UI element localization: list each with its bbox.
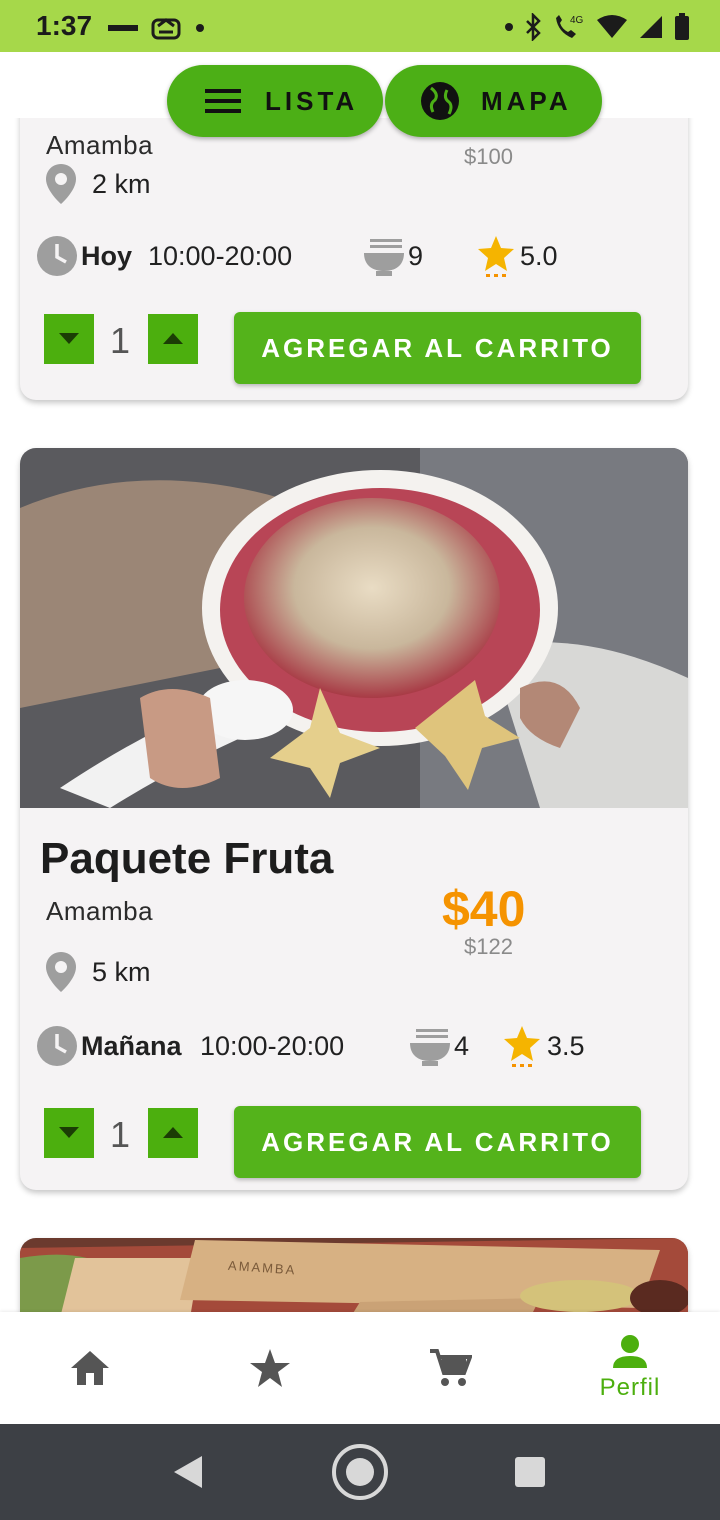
distance-row: 5 km [44,950,151,994]
offer-price: $40 [442,881,526,937]
map-view-toggle[interactable]: MAPA [385,65,602,137]
dot-icon [196,24,204,32]
status-time: 1:37 [36,10,93,41]
star-rating-icon [478,236,514,277]
shop-name: Amamba [46,896,154,926]
location-pin-icon [46,952,76,992]
offers-list[interactable]: Amamba $100 2 km Hoy 10:00-20:00 9 5.0 1… [0,118,720,1312]
cast-icon [151,18,181,40]
offer-title: Paquete Fruta [40,834,334,883]
triangle-up-icon [163,333,183,344]
bottom-navigation: Perfil [0,1312,720,1424]
svg-text:4G: 4G [570,15,584,26]
list-label: LISTA [265,85,359,116]
bowl-icon [364,239,404,276]
shop-name: Amamba [46,130,154,160]
add-to-cart-button[interactable]: AGREGAR AL CARRITO [234,1106,641,1178]
pickup-info-row: Hoy 10:00-20:00 9 5.0 [36,234,676,278]
nav-cart[interactable] [360,1312,540,1424]
add-to-cart-button[interactable]: AGREGAR AL CARRITO [234,312,641,384]
map-label: MAPA [481,85,572,116]
list-view-toggle[interactable]: LISTA [167,65,383,137]
person-icon [613,1335,647,1368]
wifi-icon [597,15,627,38]
increase-quantity-button[interactable] [148,1108,198,1158]
menu-icon [205,89,241,113]
home-icon [71,1351,109,1385]
pickup-day: Mañana [81,1030,182,1061]
triangle-down-icon [59,333,79,344]
star-rating-icon [504,1026,540,1067]
battery-icon [675,13,689,40]
triangle-down-icon [59,1127,79,1138]
bowl-icon [410,1029,450,1066]
portions-count: 4 [454,1030,470,1061]
quantity-value: 1 [110,320,131,361]
home-circle-icon[interactable] [330,1442,390,1502]
location-pin-icon [46,164,76,204]
distance-text: 2 km [92,168,151,199]
phone-4g-icon: 4G [556,15,584,38]
nav-home[interactable] [0,1312,180,1424]
offer-card[interactable]: Paquete Fruta Amamba $40 $122 5 km Mañan… [20,448,688,1190]
clock-icon [37,1026,77,1066]
pickup-day: Hoy [81,240,133,271]
quantity-value: 1 [110,1114,131,1155]
rating-value: 5.0 [520,240,558,271]
offer-photo [20,448,688,808]
rating-value: 3.5 [547,1030,585,1061]
pickup-hours: 10:00-20:00 [200,1030,345,1061]
star-icon [250,1349,290,1387]
original-price: $100 [464,144,513,169]
dot-icon [505,23,513,31]
offer-card[interactable]: Amamba $100 2 km Hoy 10:00-20:00 9 5.0 1… [20,118,688,400]
nav-profile-label: Perfil [599,1374,661,1401]
signal-icon [640,16,662,38]
decrease-quantity-button[interactable] [44,314,94,364]
offer-card[interactable]: AMAMBA [20,1238,688,1312]
portions-count: 9 [408,240,424,271]
distance-text: 5 km [92,956,151,987]
nav-profile[interactable]: Perfil [540,1312,720,1424]
recents-icon[interactable] [514,1456,546,1488]
system-navigation-bar [0,1424,720,1520]
bluetooth-icon [526,13,541,41]
cart-icon [430,1349,472,1386]
offer-photo: AMAMBA [20,1238,688,1312]
nav-favorites[interactable] [180,1312,360,1424]
original-price: $122 [464,934,513,959]
decrease-quantity-button[interactable] [44,1108,94,1158]
clock-icon [37,236,77,276]
distance-row: 2 km [44,162,151,206]
back-icon[interactable] [170,1454,206,1490]
pickup-hours: 10:00-20:00 [148,240,293,271]
triangle-up-icon [163,1127,183,1138]
globe-icon [421,82,459,120]
status-bar: 1:37 4G [0,0,720,52]
pickup-info-row: Mañana 10:00-20:00 4 3.5 [36,1024,676,1068]
minus-icon [108,25,138,31]
increase-quantity-button[interactable] [148,314,198,364]
